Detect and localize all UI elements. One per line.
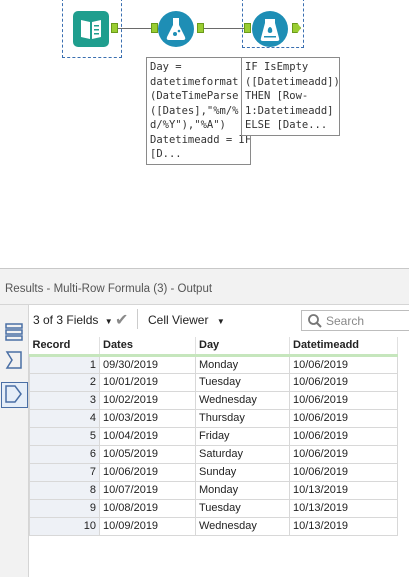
cell-day[interactable]: Monday bbox=[195, 354, 290, 374]
cell-dates[interactable]: 10/08/2019 bbox=[99, 498, 196, 518]
results-panel: Results - Multi-Row Formula (3) - Output… bbox=[0, 268, 409, 577]
fields-label: 3 of 3 Fields bbox=[33, 313, 99, 327]
cell-datetimeadd[interactable]: 10/06/2019 bbox=[289, 390, 398, 410]
cell-record[interactable]: 6 bbox=[29, 444, 100, 464]
cell-day[interactable]: Friday bbox=[195, 426, 290, 446]
table-row[interactable]: 10 10/09/2019 Wednesday 10/13/2019 bbox=[29, 516, 398, 536]
table-row[interactable]: 3 10/02/2019 Wednesday 10/06/2019 bbox=[29, 390, 398, 410]
cell-day[interactable]: Monday bbox=[195, 480, 290, 500]
multirow-flask-icon bbox=[260, 19, 280, 41]
multi-row-formula-tool[interactable] bbox=[252, 11, 288, 47]
formula-annotation: Day = datetimeformat (DateTimeParse ([Da… bbox=[146, 57, 251, 165]
table-row[interactable]: 2 10/01/2019 Tuesday 10/06/2019 bbox=[29, 372, 398, 392]
table-row[interactable]: 8 10/07/2019 Monday 10/13/2019 bbox=[29, 480, 398, 500]
cell-dates[interactable]: 10/09/2019 bbox=[99, 516, 196, 536]
table-row[interactable]: 7 10/06/2019 Sunday 10/06/2019 bbox=[29, 462, 398, 482]
formula-input-anchor[interactable] bbox=[151, 23, 158, 33]
results-grid[interactable]: Record Dates Day Datetimeadd 1 09/30/2019… bbox=[29, 337, 399, 536]
table-row[interactable]: 6 10/05/2019 Saturday 10/06/2019 bbox=[29, 444, 398, 464]
cell-record[interactable]: 1 bbox=[29, 354, 100, 374]
connector-input-formula bbox=[118, 28, 154, 29]
table-row[interactable]: 1 09/30/2019 Monday 10/06/2019 bbox=[29, 354, 398, 374]
cell-day[interactable]: Tuesday bbox=[195, 498, 290, 518]
cell-record[interactable]: 5 bbox=[29, 426, 100, 446]
formula-tool[interactable] bbox=[158, 11, 194, 47]
multirow-input-anchor[interactable] bbox=[244, 23, 251, 33]
table-row[interactable]: 5 10/04/2019 Friday 10/06/2019 bbox=[29, 426, 398, 446]
search-icon bbox=[308, 314, 322, 328]
cell-record[interactable]: 3 bbox=[29, 390, 100, 410]
table-row[interactable]: 9 10/08/2019 Tuesday 10/13/2019 bbox=[29, 498, 398, 518]
column-header-datetimeadd[interactable]: Datetimeadd bbox=[289, 337, 398, 357]
results-table: Record Dates Day Datetimeadd 1 09/30/2019… bbox=[29, 337, 398, 536]
search-input[interactable]: Search bbox=[301, 310, 409, 331]
cell-day[interactable]: Sunday bbox=[195, 462, 290, 482]
workflow-canvas[interactable]: Day = datetimeformat (DateTimeParse ([Da… bbox=[0, 0, 409, 268]
results-body: 1 09/30/2019 Monday 10/06/2019 2 10/01/2019 Tu… bbox=[29, 354, 398, 536]
table-view-button[interactable] bbox=[3, 321, 25, 343]
cell-datetimeadd[interactable]: 10/06/2019 bbox=[289, 408, 398, 428]
multirow-annotation: IF IsEmpty ([Datetimeadd]) THEN [Row- 1:… bbox=[241, 57, 340, 136]
flask-icon bbox=[166, 18, 186, 40]
cell-datetimeadd[interactable]: 10/13/2019 bbox=[289, 480, 398, 500]
connector-formula-multirow bbox=[204, 28, 244, 29]
table-icon bbox=[5, 323, 23, 341]
cell-dates[interactable]: 10/05/2019 bbox=[99, 444, 196, 464]
cell-dates[interactable]: 10/04/2019 bbox=[99, 426, 196, 446]
cell-datetimeadd[interactable]: 10/06/2019 bbox=[289, 426, 398, 446]
results-toolbar: 3 of 3 Fields ▼ ✔ Cell Viewer ▼ Search bbox=[29, 305, 409, 333]
cell-record[interactable]: 9 bbox=[29, 498, 100, 518]
cell-day[interactable]: Thursday bbox=[195, 408, 290, 428]
results-side-rail bbox=[0, 305, 29, 577]
cell-record[interactable]: 8 bbox=[29, 480, 100, 500]
output-anchor-icon bbox=[5, 385, 22, 403]
column-header-dates[interactable]: Dates bbox=[99, 337, 196, 357]
separator bbox=[137, 309, 138, 329]
cell-dates[interactable]: 10/01/2019 bbox=[99, 372, 196, 392]
column-header-record[interactable]: Record bbox=[29, 337, 100, 357]
cell-datetimeadd[interactable]: 10/06/2019 bbox=[289, 444, 398, 464]
cell-datetimeadd[interactable]: 10/13/2019 bbox=[289, 498, 398, 518]
search-placeholder: Search bbox=[326, 314, 365, 328]
cell-datetimeadd[interactable]: 10/06/2019 bbox=[289, 372, 398, 392]
cell-dates[interactable]: 10/03/2019 bbox=[99, 408, 196, 428]
results-title: Results - Multi-Row Formula (3) - Output bbox=[0, 269, 409, 305]
cell-datetimeadd[interactable]: 10/06/2019 bbox=[289, 462, 398, 482]
cell-day[interactable]: Wednesday bbox=[195, 390, 290, 410]
column-header-day[interactable]: Day bbox=[195, 337, 290, 357]
cell-viewer-label: Cell Viewer bbox=[148, 313, 209, 327]
table-row[interactable]: 4 10/03/2019 Thursday 10/06/2019 bbox=[29, 408, 398, 428]
chevron-down-icon: ▼ bbox=[216, 317, 225, 326]
cell-dates[interactable]: 10/06/2019 bbox=[99, 462, 196, 482]
fields-selector[interactable]: 3 of 3 Fields ▼ bbox=[33, 313, 113, 327]
cell-day[interactable]: Tuesday bbox=[195, 372, 290, 392]
cell-dates[interactable]: 10/07/2019 bbox=[99, 480, 196, 500]
book-icon bbox=[81, 20, 101, 39]
cell-datetimeadd[interactable]: 10/13/2019 bbox=[289, 516, 398, 536]
apply-checkmark-icon[interactable]: ✔ bbox=[115, 310, 128, 330]
cell-dates[interactable]: 09/30/2019 bbox=[99, 354, 196, 374]
cell-datetimeadd[interactable]: 10/06/2019 bbox=[289, 354, 398, 374]
output-anchor-button[interactable] bbox=[1, 382, 28, 408]
cell-day[interactable]: Saturday bbox=[195, 444, 290, 464]
input-anchor-button[interactable] bbox=[3, 349, 25, 371]
formula-output-anchor[interactable] bbox=[197, 23, 204, 33]
input-output-anchor[interactable] bbox=[111, 23, 118, 33]
cell-record[interactable]: 10 bbox=[29, 516, 100, 536]
cell-dates[interactable]: 10/02/2019 bbox=[99, 390, 196, 410]
input-data-tool[interactable] bbox=[73, 11, 109, 47]
cell-viewer-selector[interactable]: Cell Viewer ▼ bbox=[148, 313, 225, 327]
cell-record[interactable]: 7 bbox=[29, 462, 100, 482]
cell-record[interactable]: 2 bbox=[29, 372, 100, 392]
chevron-down-icon: ▼ bbox=[104, 317, 113, 326]
cell-record[interactable]: 4 bbox=[29, 408, 100, 428]
header-row: Record Dates Day Datetimeadd bbox=[29, 337, 398, 357]
input-anchor-icon bbox=[5, 351, 22, 369]
cell-day[interactable]: Wednesday bbox=[195, 516, 290, 536]
